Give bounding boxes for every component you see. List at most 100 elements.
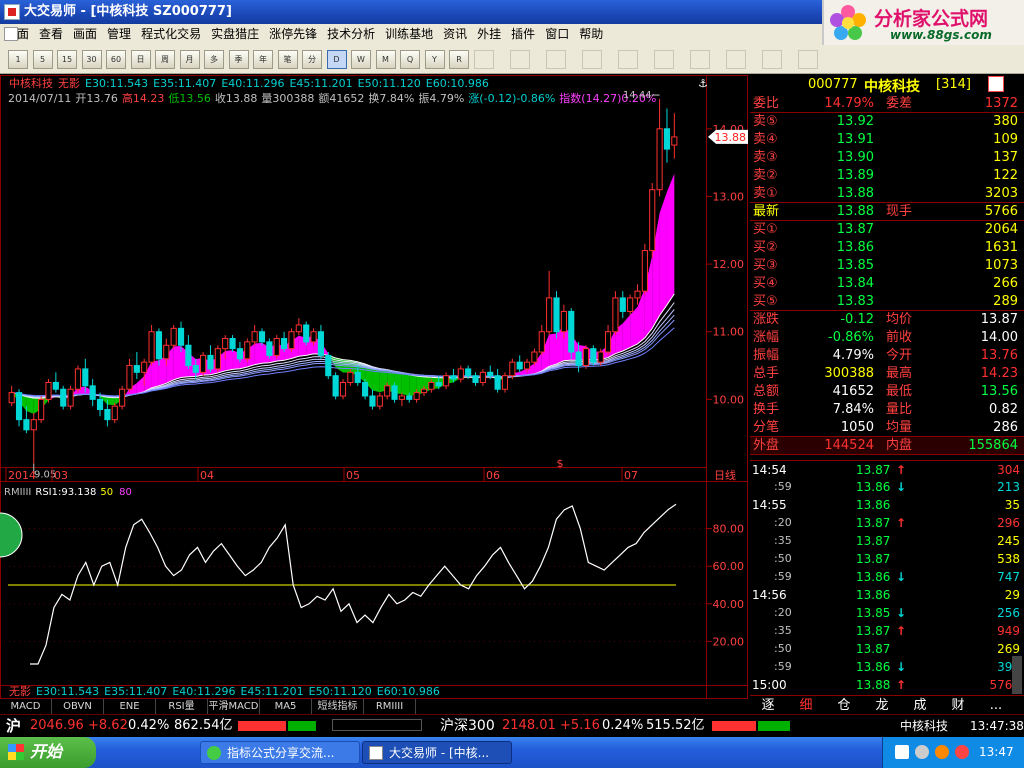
rsi-y-label: 20.00 (713, 635, 745, 648)
menu-item-13[interactable]: 帮助 (574, 24, 608, 45)
grid-tool-icon[interactable] (582, 50, 602, 69)
side-badge-icon[interactable] (0, 512, 23, 558)
bottom-ma-e35: E35:11.407 (104, 685, 167, 698)
period-button-0[interactable]: 1 (8, 50, 28, 69)
indicator-tab-0[interactable]: MACD (0, 699, 52, 714)
menu-item-12[interactable]: 窗口 (540, 24, 574, 45)
menu-item-11[interactable]: 插件 (506, 24, 540, 45)
band-fill (254, 342, 263, 365)
candle-body (288, 331, 295, 350)
candle-body (177, 327, 185, 346)
tray-security-icon[interactable] (955, 745, 969, 759)
period-button-18[interactable]: R (449, 50, 469, 69)
anchor-icon[interactable]: ⚓ (698, 77, 708, 90)
channel-tool-icon[interactable] (654, 50, 674, 69)
menu-item-10[interactable]: 外挂 (472, 24, 506, 45)
candle-body (104, 409, 111, 421)
chart-switch-icon[interactable] (988, 76, 1004, 92)
period-button-7[interactable]: 月 (179, 50, 200, 69)
stat-label-2: 最高 (886, 366, 913, 381)
menu-item-5[interactable]: 实盘猎庄 (206, 24, 264, 45)
tray-network-icon[interactable] (935, 745, 949, 759)
tick-price: 13.86 (856, 570, 891, 584)
indicator-tab-7[interactable]: RMIIII (364, 699, 416, 714)
sh-label: 沪 (6, 717, 22, 735)
stat-row: 换手 7.84% 量比 0.82 (750, 401, 1024, 419)
tick-time: :20 (774, 606, 792, 619)
candle-body (82, 368, 89, 387)
ma-legend-e30: E30:11.543 (85, 77, 148, 90)
tick-price: 13.86 (856, 588, 891, 602)
menu-app-icon[interactable] (4, 27, 18, 41)
stat-label-2: 量比 (886, 402, 913, 417)
period-button-14[interactable]: W (351, 50, 371, 69)
menu-item-1[interactable]: 查看 (34, 24, 68, 45)
period-button-3[interactable]: 30 (81, 50, 102, 69)
ray-tool-icon[interactable] (546, 50, 566, 69)
period-button-1[interactable]: 5 (32, 50, 53, 69)
indicator-tab-1[interactable]: OBVN (52, 699, 104, 714)
indicator-tab-4[interactable]: 平滑MACD (208, 699, 260, 714)
menu-item-4[interactable]: 程式化交易 (136, 24, 206, 45)
period-button-9[interactable]: 季 (228, 50, 249, 69)
period-button-16[interactable]: Q (400, 50, 420, 69)
stat-label: 总额 (753, 384, 780, 399)
right-tab-5[interactable]: 财 (942, 696, 974, 715)
ellipse-tool-icon[interactable] (726, 50, 746, 69)
bid-volume: 289 (993, 294, 1018, 309)
period-button-15[interactable]: M (375, 50, 396, 69)
fan-tool-icon[interactable] (618, 50, 638, 69)
indicator-tab-6[interactable]: 短线指标 (312, 699, 364, 714)
candle-body (501, 375, 509, 390)
menu-item-9[interactable]: 资讯 (438, 24, 472, 45)
line-tool-icon[interactable] (510, 50, 530, 69)
candle-body (435, 381, 442, 387)
task-button-trader[interactable]: 大交易师 - [中核... (362, 741, 512, 764)
stat-value: 300388 (824, 366, 874, 381)
menu-item-2[interactable]: 画面 (68, 24, 102, 45)
period-button-10[interactable]: 年 (253, 50, 273, 69)
period-button-8[interactable]: 多 (204, 50, 224, 69)
indicator-tab-5[interactable]: MA5 (260, 699, 312, 714)
right-tab-0[interactable]: 逐 (752, 696, 784, 715)
candle-body (516, 361, 523, 370)
save-tool-icon[interactable] (798, 50, 818, 69)
right-tab-4[interactable]: 成 (904, 696, 936, 715)
period-button-5[interactable]: 日 (130, 50, 151, 69)
task-button-forum[interactable]: 指标公式分享交流... (200, 741, 360, 764)
candle-body (413, 392, 420, 400)
draw-cursor-icon[interactable] (474, 50, 494, 69)
tray-speaker-icon[interactable] (915, 745, 929, 759)
stat-row: 涨幅 -0.86% 前收 14.00 (750, 329, 1024, 347)
status-stock[interactable]: 中核科技 (900, 715, 948, 737)
period-button-13[interactable]: D (326, 50, 347, 69)
menu-item-7[interactable]: 技术分析 (322, 24, 380, 45)
rect-tool-icon[interactable] (690, 50, 710, 69)
menu-item-8[interactable]: 训练基地 (380, 24, 438, 45)
right-tab-3[interactable]: 龙 (866, 696, 898, 715)
period-button-12[interactable]: 分 (302, 50, 322, 69)
chart-area[interactable]: 中核科技 无影 E30:11.543 E35:11.407 E40:11.296 E45:… (0, 75, 750, 699)
stat-value: -0.12 (840, 312, 874, 327)
period-button-11[interactable]: 笔 (277, 50, 298, 69)
x-tick-label: 04 (200, 469, 214, 482)
period-button-4[interactable]: 60 (106, 50, 126, 69)
right-tab-6[interactable]: ... (980, 696, 1012, 715)
bid-volume: 2064 (984, 222, 1018, 237)
right-tab-2[interactable]: 仓 (828, 696, 860, 715)
period-button-17[interactable]: Y (424, 50, 445, 69)
period-button-6[interactable]: 周 (155, 50, 175, 69)
period-button-2[interactable]: 15 (57, 50, 77, 69)
indicator-tab-2[interactable]: ENE (104, 699, 156, 714)
menu-item-3[interactable]: 管理 (102, 24, 136, 45)
bid-price: 13.83 (836, 294, 874, 309)
ask-price: 13.91 (836, 132, 874, 147)
menu-item-6[interactable]: 涨停先锋 (264, 24, 322, 45)
scroll-icon[interactable] (1012, 656, 1022, 694)
quote-header: 000777 中核科技 [314] (750, 75, 1024, 95)
start-button[interactable]: 开始 (0, 737, 96, 768)
indicator-tab-3[interactable]: RSI量 (156, 699, 208, 714)
text-tool-icon[interactable] (762, 50, 782, 69)
right-tab-1[interactable]: 细 (790, 696, 822, 715)
tray-keyboard-icon[interactable] (895, 745, 909, 759)
